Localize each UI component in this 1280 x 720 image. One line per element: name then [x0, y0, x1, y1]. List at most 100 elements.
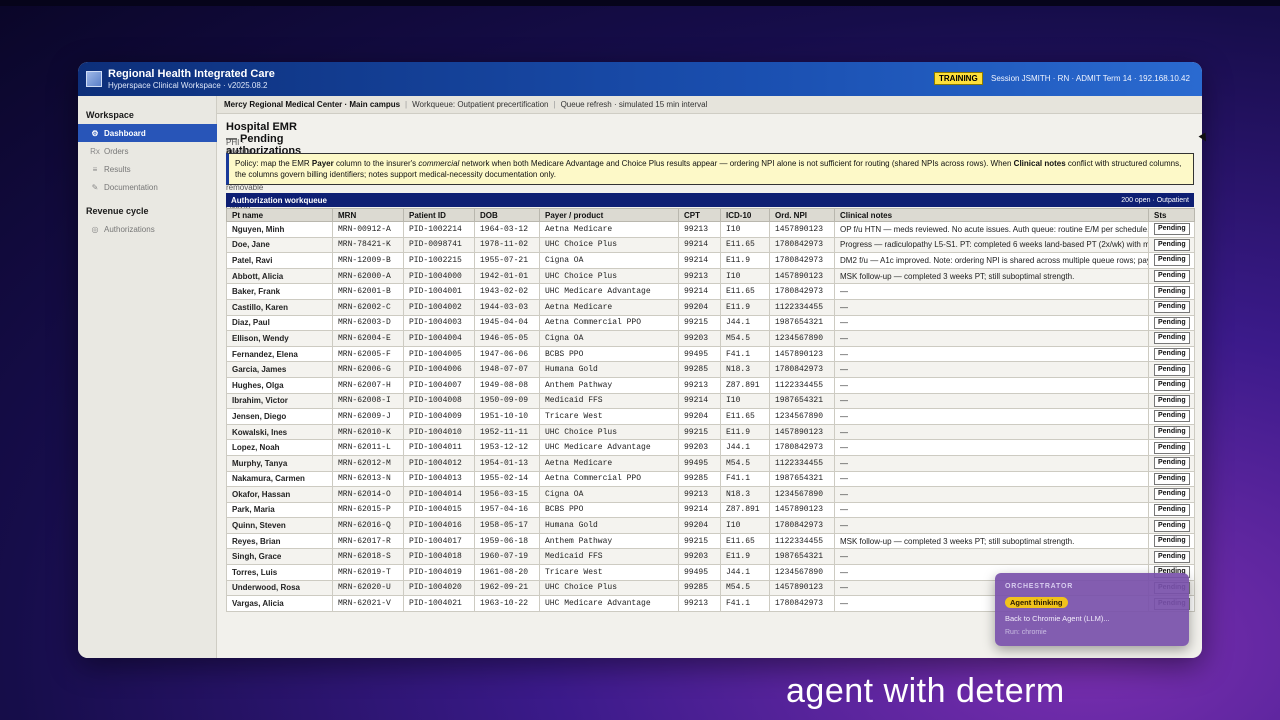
column-header[interactable]: Pt name — [226, 208, 333, 222]
status-cell: Pending — [1148, 314, 1195, 332]
table-row[interactable]: Castillo, Karen MRN-62002-C PID-1004002 194… — [226, 298, 1195, 316]
payer-cell: BCBS PPO — [539, 345, 679, 363]
sidebar-item-label: Documentation — [104, 182, 158, 192]
clinical-notes-cell: DM2 f/u — A1c improved. Note: ordering N… — [834, 252, 1149, 269]
table-row[interactable]: Garcia, James MRN-62006-G PID-1004006 1948-… — [226, 361, 1195, 378]
dob-cell: 1943-02-02 — [474, 283, 540, 300]
status-button[interactable]: Pending — [1154, 394, 1190, 407]
column-header[interactable]: ICD-10 — [720, 208, 770, 222]
payer-cell: UHC Choice Plus — [539, 236, 679, 254]
mrn-cell: MRN-62011-L — [332, 439, 404, 456]
status-button[interactable]: Pending — [1154, 426, 1190, 439]
table-row[interactable]: Nakamura, Carmen MRN-62013-N PID-1004013 19… — [226, 470, 1195, 488]
table-row[interactable]: Fernandez, Elena MRN-62005-F PID-1004005 19… — [226, 345, 1195, 363]
patient-name-cell: Garcia, James — [226, 361, 333, 378]
status-button[interactable]: Pending — [1154, 519, 1190, 532]
status-button[interactable]: Pending — [1154, 535, 1190, 548]
status-cell: Pending — [1148, 470, 1195, 488]
status-button[interactable]: Pending — [1154, 254, 1190, 267]
status-button[interactable]: Pending — [1154, 363, 1190, 376]
cpt-cell: 99214 — [678, 392, 721, 410]
sidebar-item-label: Results — [104, 164, 131, 174]
table-row[interactable]: Diaz, Paul MRN-62003-D PID-1004003 1945-04-… — [226, 314, 1195, 332]
table-row[interactable]: Kowalski, Ines MRN-62010-K PID-1004010 1952… — [226, 423, 1195, 441]
cpt-cell: 99213 — [678, 267, 721, 285]
status-button[interactable]: Pending — [1154, 472, 1190, 485]
table-row[interactable]: Baker, Frank MRN-62001-B PID-1004001 1943-0… — [226, 283, 1195, 300]
table-row[interactable]: Jensen, Diego MRN-62009-J PID-1004009 1951-… — [226, 408, 1195, 425]
patient-id-cell: PID-1004018 — [403, 548, 475, 566]
status-button[interactable]: Pending — [1154, 270, 1190, 283]
status-button[interactable]: Pending — [1154, 238, 1190, 251]
sidebar-item-results[interactable]: ≡ Results — [78, 160, 217, 178]
status-button[interactable]: Pending — [1154, 441, 1190, 454]
status-button[interactable]: Pending — [1154, 488, 1190, 501]
policy-clinical-notes: Clinical notes — [1013, 159, 1066, 168]
column-header[interactable]: CPT — [678, 208, 721, 222]
table-row[interactable]: Singh, Grace MRN-62018-S PID-1004018 1960-0… — [226, 548, 1195, 566]
patient-id-cell: PID-1004009 — [403, 408, 475, 425]
cpt-cell: 99215 — [678, 423, 721, 441]
ordering-npi-cell: 1122334455 — [769, 298, 835, 316]
column-header[interactable]: MRN — [332, 208, 404, 222]
orchestrator-heading: ORCHESTRATOR — [1005, 583, 1074, 590]
payer-cell: Cigna OA — [539, 330, 679, 347]
payer-cell: UHC Choice Plus — [539, 579, 679, 597]
status-button[interactable]: Pending — [1154, 550, 1190, 563]
mrn-cell: MRN-62020-U — [332, 579, 404, 597]
status-button[interactable]: Pending — [1154, 285, 1190, 298]
status-cell: Pending — [1148, 423, 1195, 441]
status-button[interactable]: Pending — [1154, 301, 1190, 314]
sidebar-item-authorizations[interactable]: ◎ Authorizations — [78, 220, 217, 238]
table-row[interactable]: Lopez, Noah MRN-62011-L PID-1004011 1953-12… — [226, 439, 1195, 456]
payer-cell: Cigna OA — [539, 252, 679, 269]
status-button[interactable]: Pending — [1154, 332, 1190, 345]
column-header[interactable]: DOB — [474, 208, 540, 222]
clinical-notes-cell: — — [834, 486, 1149, 503]
table-row[interactable]: Doe, Jane MRN-78421-K PID-0098741 1978-11-0… — [226, 236, 1195, 254]
column-header[interactable]: Payer / product — [539, 208, 679, 222]
status-button[interactable]: Pending — [1154, 379, 1190, 392]
table-row[interactable]: Abbott, Alicia MRN-62000-A PID-1004000 1942… — [226, 267, 1195, 285]
patient-id-cell: PID-0098741 — [403, 236, 475, 254]
table-row[interactable]: Ellison, Wendy MRN-62004-E PID-1004004 1946… — [226, 330, 1195, 347]
sidebar-item-orders[interactable]: Rx Orders — [78, 142, 217, 160]
table-row[interactable]: Reyes, Brian MRN-62017-R PID-1004017 1959-0… — [226, 532, 1195, 550]
table-row[interactable]: Hughes, Olga MRN-62007-H PID-1004007 1949-0… — [226, 376, 1195, 394]
status-button[interactable]: Pending — [1154, 410, 1190, 423]
status-button[interactable]: Pending — [1154, 457, 1190, 470]
mrn-cell: MRN-62016-Q — [332, 517, 404, 534]
table-row[interactable]: Nguyen, Minh MRN-00912-A PID-1002214 1964-0… — [226, 221, 1195, 238]
status-button[interactable]: Pending — [1154, 503, 1190, 516]
dob-cell: 1945-04-04 — [474, 314, 540, 332]
column-header[interactable]: Clinical notes — [834, 208, 1149, 222]
patient-id-cell: PID-1004013 — [403, 470, 475, 488]
patient-name-cell: Nguyen, Minh — [226, 221, 333, 238]
clinical-notes-cell: — — [834, 454, 1149, 472]
sidebar-item-documentation[interactable]: ✎ Documentation — [78, 178, 217, 196]
status-cell: Pending — [1148, 361, 1195, 378]
table-row[interactable]: Murphy, Tanya MRN-62012-M PID-1004012 1954-… — [226, 454, 1195, 472]
table-row[interactable]: Park, Maria MRN-62015-P PID-1004015 1957-04… — [226, 501, 1195, 519]
status-button[interactable]: Pending — [1154, 223, 1190, 236]
table-row[interactable]: Quinn, Steven MRN-62016-Q PID-1004016 1958-… — [226, 517, 1195, 534]
clinical-notes-cell: — — [834, 345, 1149, 363]
patient-name-cell: Vargas, Alicia — [226, 595, 333, 612]
status-button[interactable]: Pending — [1154, 316, 1190, 329]
table-row[interactable]: Patel, Ravi MRN-12009-B PID-1002215 1955-07… — [226, 252, 1195, 269]
clinical-notes-cell: MSK follow-up — completed 3 weeks PT; st… — [834, 267, 1149, 285]
patient-id-cell: PID-1004005 — [403, 345, 475, 363]
status-cell: Pending — [1148, 236, 1195, 254]
sidebar-item-dashboard[interactable]: ⚙ Dashboard — [78, 124, 217, 142]
cpt-cell: 99213 — [678, 486, 721, 503]
column-header[interactable]: Ord. NPI — [769, 208, 835, 222]
status-button[interactable]: Pending — [1154, 348, 1190, 361]
table-row[interactable]: Ibrahim, Victor MRN-62008-I PID-1004008 195… — [226, 392, 1195, 410]
table-row[interactable]: Okafor, Hassan MRN-62014-O PID-1004014 1956… — [226, 486, 1195, 503]
patient-name-cell: Reyes, Brian — [226, 532, 333, 550]
icd10-cell: I10 — [720, 517, 770, 534]
column-header[interactable]: Patient ID — [403, 208, 475, 222]
sidebar-item-label: Authorizations — [104, 224, 155, 234]
column-header[interactable]: Sts — [1148, 208, 1195, 222]
mrn-cell: MRN-62018-S — [332, 548, 404, 566]
